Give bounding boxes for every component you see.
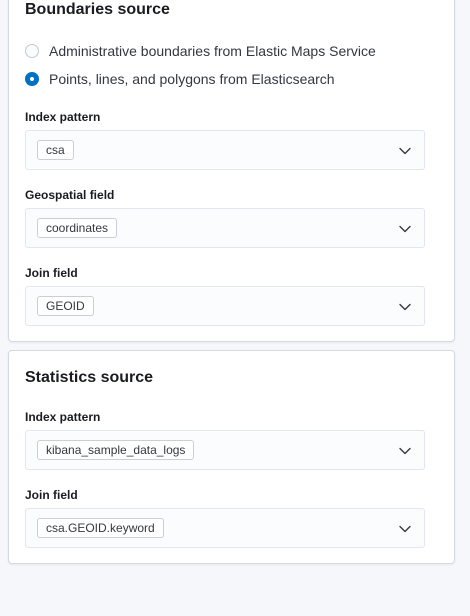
radio-ems-boundaries[interactable]: [25, 44, 39, 58]
radio-option-elasticsearch-shapes[interactable]: Points, lines, and polygons from Elastic…: [25, 69, 335, 89]
geospatial-field-select[interactable]: coordinates: [25, 208, 425, 248]
statistics-index-pattern-value: kibana_sample_data_logs: [37, 440, 195, 460]
geospatial-field-label: Geospatial field: [25, 188, 115, 202]
statistics-join-field-value: csa.GEOID.keyword: [37, 518, 164, 538]
boundaries-join-field-label: Join field: [25, 266, 78, 280]
chevron-down-icon[interactable]: [398, 444, 412, 458]
radio-elasticsearch-shapes-label: Points, lines, and polygons from Elastic…: [49, 71, 335, 87]
statistics-join-field-select[interactable]: csa.GEOID.keyword: [25, 508, 425, 548]
geospatial-field-value: coordinates: [37, 218, 118, 238]
chevron-down-icon[interactable]: [398, 144, 412, 158]
chevron-down-icon[interactable]: [398, 222, 412, 236]
boundaries-index-pattern-value: csa: [37, 140, 74, 160]
radio-elasticsearch-shapes[interactable]: [25, 72, 39, 86]
radio-option-ems-boundaries[interactable]: Administrative boundaries from Elastic M…: [25, 41, 376, 61]
statistics-join-field-label: Join field: [25, 488, 78, 502]
boundaries-join-field-value: GEOID: [37, 296, 94, 316]
boundaries-join-field-select[interactable]: GEOID: [25, 286, 425, 326]
boundaries-index-pattern-select[interactable]: csa: [25, 130, 425, 170]
boundaries-index-pattern-label: Index pattern: [25, 110, 101, 124]
statistics-index-pattern-select[interactable]: kibana_sample_data_logs: [25, 430, 425, 470]
radio-ems-boundaries-label: Administrative boundaries from Elastic M…: [49, 43, 376, 59]
chevron-down-icon[interactable]: [398, 522, 412, 536]
chevron-down-icon[interactable]: [398, 300, 412, 314]
statistics-source-title: Statistics source: [25, 369, 154, 386]
boundaries-source-panel: Boundaries source Administrative boundar…: [8, 0, 455, 342]
statistics-source-panel: Statistics source Index pattern kibana_s…: [8, 350, 455, 564]
statistics-index-pattern-label: Index pattern: [25, 410, 101, 424]
boundaries-source-title: Boundaries source: [25, 1, 170, 18]
